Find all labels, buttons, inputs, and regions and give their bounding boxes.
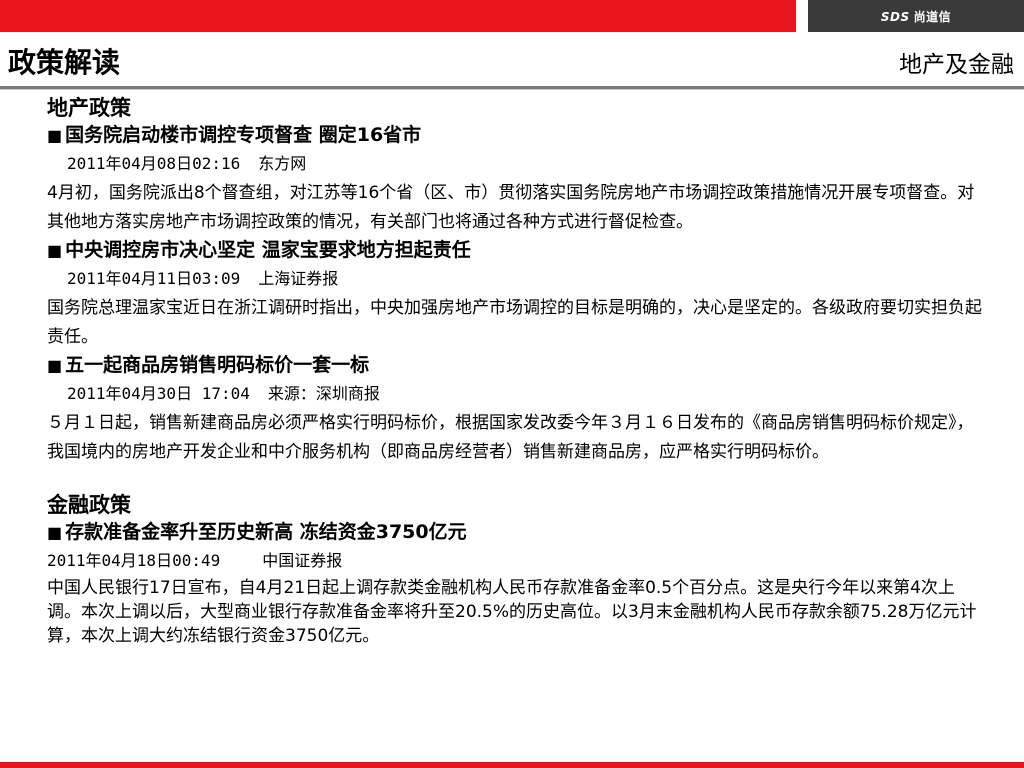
news-headline-text: 中央调控房市决心坚定 温家宝要求地方担起责任 — [65, 239, 471, 261]
news-source: 来源：深圳商报 — [267, 384, 380, 403]
section-title-realestate: 地产政策 — [47, 96, 131, 120]
news-source: 上海证券报 — [258, 269, 339, 288]
news-body: 国务院总理温家宝近日在浙江调研时指出，中央加强房地产市场调控的目标是明确的，决心… — [47, 298, 982, 347]
top-banner: SDS 尚道信 — [0, 0, 1024, 34]
bullet-square-icon: ■ — [47, 126, 63, 145]
news-body: 中国人民银行17日宣布，自4月21日起上调存款类金融机构人民币存款准备金率0.5… — [47, 578, 977, 646]
news-body: ５月１日起，销售新建商品房必须严格实行明码标价，根据国家发改委今年３月１６日发布… — [47, 413, 974, 462]
news-headline-text: 国务院启动楼市调控专项督查 圈定16省市 — [65, 124, 422, 146]
page-title: 政策解读 — [8, 46, 121, 79]
news-date: 2011年04月08日02:16 — [67, 154, 241, 173]
bullet-square-icon: ■ — [47, 241, 63, 260]
news-date: 2011年04月30日 17:04 — [67, 384, 250, 403]
news-item: ■ 国务院启动楼市调控专项督查 圈定16省市 2011年04月08日02:16 东方… — [47, 122, 987, 237]
news-meta: 2011年04月08日02:16 东方网 — [47, 153, 987, 175]
news-item: ■ 中央调控房市决心坚定 温家宝要求地方担起责任 2011年04月11日03:09… — [47, 237, 987, 352]
bottom-red-bar — [0, 762, 1024, 768]
brand-logo-mark: SDS — [880, 9, 910, 24]
top-red-band — [0, 0, 796, 32]
news-body: 4月初，国务院派出8个督查组，对江苏等16个省（区、市）贯彻落实国务院房地产市场… — [47, 183, 975, 232]
news-headline: ■ 五一起商品房销售明码标价一套一标 — [47, 352, 987, 379]
top-divider — [796, 0, 808, 34]
bullet-square-icon: ■ — [47, 523, 63, 542]
news-headline: ■ 国务院启动楼市调控专项督查 圈定16省市 — [47, 122, 987, 149]
news-date: 2011年04月11日03:09 — [67, 269, 241, 288]
news-headline-text: 五一起商品房销售明码标价一套一标 — [65, 354, 370, 376]
news-meta: 2011年04月30日 17:04 来源：深圳商报 — [47, 383, 987, 405]
news-headline-text: 存款准备金率升至历史新高 冻结资金3750亿元 — [65, 521, 467, 543]
slide-header: 政策解读 地产及金融 — [0, 34, 1024, 86]
slide-content: 地产政策 ■ 国务院启动楼市调控专项督查 圈定16省市 2011年04月08日02… — [47, 92, 987, 648]
header-rule-light — [0, 89, 1024, 90]
bullet-square-icon: ■ — [47, 356, 63, 375]
news-date: 2011年04月18日00:49 — [47, 551, 221, 570]
page-subtitle: 地产及金融 — [899, 52, 1014, 78]
section-title-finance: 金融政策 — [47, 493, 131, 517]
brand-logo-text: SDS 尚道信 — [881, 8, 951, 25]
news-headline: ■ 存款准备金率升至历史新高 冻结资金3750亿元 — [47, 519, 987, 546]
news-source: 中国证券报 — [262, 551, 343, 570]
news-meta: 2011年04月18日00:49 中国证券报 — [47, 550, 987, 572]
brand-logo: SDS 尚道信 — [808, 0, 1024, 32]
news-headline: ■ 中央调控房市决心坚定 温家宝要求地方担起责任 — [47, 237, 987, 264]
news-item: ■ 五一起商品房销售明码标价一套一标 2011年04月30日 17:04 来源：深圳… — [47, 352, 987, 467]
news-item: ■ 存款准备金率升至历史新高 冻结资金3750亿元 2011年04月18日00:4… — [47, 519, 987, 648]
news-source: 东方网 — [258, 154, 307, 173]
brand-logo-name: 尚道信 — [913, 9, 952, 24]
news-meta: 2011年04月11日03:09 上海证券报 — [47, 268, 987, 290]
